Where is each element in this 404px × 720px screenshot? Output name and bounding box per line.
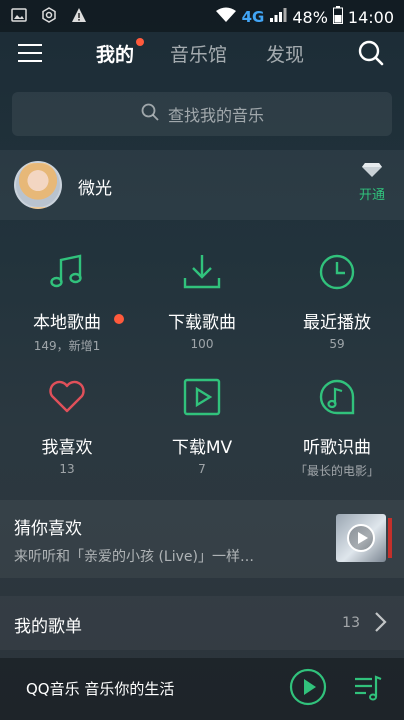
recommend-title: 猜你喜欢 — [14, 519, 82, 539]
search-placeholder: 查找我的音乐 — [167, 106, 264, 125]
grid-item-sub: 「最长的电影」 — [294, 464, 379, 478]
avatar[interactable] — [14, 161, 62, 209]
diamond-icon — [354, 162, 390, 182]
grid-item-sub: 149，新增1 — [33, 339, 101, 353]
thumbnail-edge — [388, 518, 392, 558]
top-navigation: 我的 音乐馆 发现 — [0, 32, 404, 76]
grid-item-downloaded-songs[interactable]: 下载歌曲 100 — [135, 238, 269, 363]
grid-item-favorites[interactable]: 我喜欢 13 — [0, 363, 134, 488]
my-playlist-row[interactable]: 我的歌单 13 — [0, 596, 404, 650]
player-slogan: QQ音乐 音乐你的生活 — [26, 680, 175, 698]
music-note-icon — [47, 252, 87, 292]
grid-item-downloaded-mv[interactable]: 下载MV 7 — [135, 363, 269, 488]
tab-mine[interactable]: 我的 — [96, 40, 134, 67]
grid-item-label: 下载歌曲 — [168, 313, 236, 333]
vip-open-button[interactable]: 开通 — [354, 162, 390, 203]
grid-item-label: 我喜欢 — [41, 438, 93, 458]
search-icon[interactable] — [356, 38, 386, 68]
playlist-queue-icon[interactable] — [352, 671, 384, 703]
grid-item-label: 听歌识曲 — [303, 438, 371, 458]
mini-player[interactable]: QQ音乐 音乐你的生活 — [0, 658, 404, 720]
grid-item-sub: 59 — [329, 337, 345, 351]
tab-music-hall[interactable]: 音乐馆 — [170, 40, 227, 67]
grid-item-local-songs[interactable]: 本地歌曲 149，新增1 — [0, 238, 134, 363]
heart-icon — [47, 377, 87, 417]
grid-item-recent-play[interactable]: 最近播放 59 — [270, 238, 404, 363]
playlist-title: 我的歌单 — [14, 617, 82, 637]
warning-icon — [70, 6, 88, 24]
status-bar: 4G 48% 14:00 — [0, 0, 404, 32]
vip-label: 开通 — [358, 188, 385, 203]
guess-you-like-row[interactable]: 猜你喜欢 来听听和「亲爱的小孩 (Live)」一样… — [0, 500, 404, 578]
grid-item-label: 最近播放 — [303, 313, 371, 333]
battery-percent: 48% — [292, 7, 328, 27]
function-grid: 本地歌曲 149，新增1 下载歌曲 100 最近播放 59 我喜欢 13 下载M… — [0, 238, 404, 488]
recommend-thumbnail[interactable] — [336, 514, 386, 562]
settings-notification-icon — [40, 6, 58, 24]
play-triangle-icon — [358, 532, 368, 544]
grid-item-sub: 7 — [198, 462, 206, 476]
network-type: 4G — [241, 8, 265, 26]
signal-icon — [269, 7, 287, 27]
video-play-icon — [182, 377, 222, 417]
recommend-description: 来听听和「亲爱的小孩 (Live)」一样… — [14, 549, 254, 565]
clock-icon — [317, 252, 357, 292]
search-bar[interactable]: 查找我的音乐 — [12, 92, 392, 136]
user-name: 微光 — [78, 179, 112, 199]
grid-item-label: 下载MV — [171, 438, 233, 458]
play-button-icon[interactable] — [288, 667, 328, 707]
menu-icon[interactable] — [18, 42, 44, 64]
chevron-right-icon — [372, 611, 388, 633]
music-recognize-icon — [317, 377, 357, 417]
grid-item-sub: 100 — [190, 337, 214, 351]
grid-item-sub: 13 — [59, 462, 75, 476]
playlist-count: 13 — [342, 615, 360, 631]
wifi-icon — [215, 7, 237, 27]
search-small-icon — [140, 102, 160, 126]
user-profile-row[interactable]: 微光 开通 — [0, 150, 404, 220]
battery-icon — [332, 6, 343, 28]
tab-badge-dot — [136, 38, 144, 46]
image-notification-icon — [10, 6, 28, 24]
download-icon — [182, 252, 222, 292]
new-badge-dot — [114, 314, 124, 324]
grid-item-song-recognition[interactable]: 听歌识曲 「最长的电影」 — [270, 363, 404, 488]
tab-discover[interactable]: 发现 — [266, 40, 304, 67]
clock-time: 14:00 — [347, 7, 394, 27]
